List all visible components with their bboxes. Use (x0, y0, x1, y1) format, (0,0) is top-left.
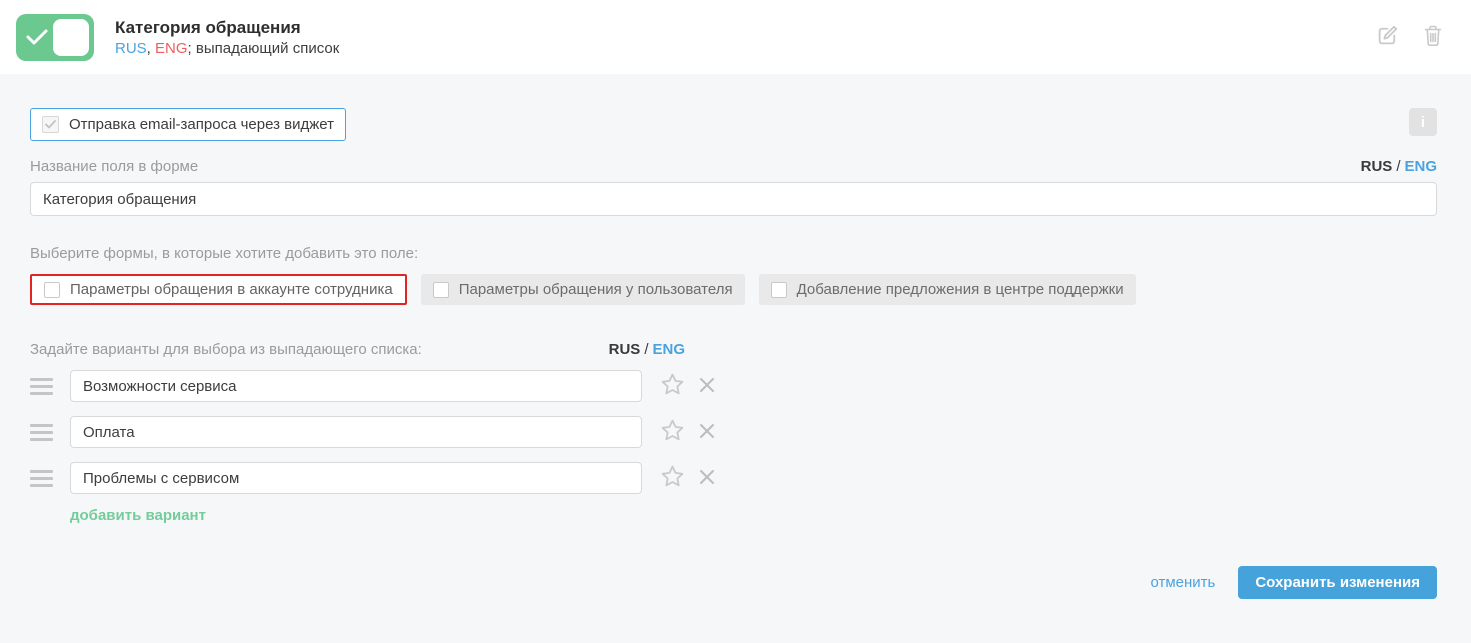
field-name-input[interactable] (30, 182, 1437, 216)
lang-rus[interactable]: RUS (609, 341, 641, 358)
field-name-label: Название поля в форме (30, 158, 198, 175)
field-name-lang-toggle: RUS/ENG (1361, 158, 1437, 175)
field-title: Категория обращения (115, 17, 339, 38)
email-widget-label: Отправка email-запроса через виджет (69, 116, 334, 133)
form-chip-support-center[interactable]: Добавление предложения в центре поддержк… (759, 274, 1136, 305)
chip-label: Добавление предложения в центре поддержк… (797, 281, 1124, 298)
variant-input[interactable] (70, 416, 642, 448)
form-chip-user[interactable]: Параметры обращения у пользователя (421, 274, 745, 305)
checkbox[interactable] (771, 282, 787, 298)
info-icon: i (1421, 114, 1425, 131)
close-icon (697, 421, 717, 444)
chip-label: Параметры обращения у пользователя (459, 281, 733, 298)
toggle-knob (53, 19, 89, 56)
lang-eng[interactable]: ENG (1404, 158, 1437, 175)
chip-label: Параметры обращения в аккаунте сотрудник… (70, 281, 393, 298)
delete-button[interactable] (1421, 23, 1445, 52)
variants-label: Задайте варианты для выбора из выпадающе… (30, 341, 422, 358)
drag-handle-icon[interactable] (30, 424, 53, 441)
field-editor-form: Отправка email-запроса через виджет i На… (0, 74, 1471, 599)
edit-button[interactable] (1374, 22, 1401, 52)
variant-input[interactable] (70, 462, 642, 494)
checkbox[interactable] (433, 282, 449, 298)
close-icon (697, 467, 717, 490)
variants-lang-toggle: RUS/ENG (609, 341, 685, 358)
email-widget-option[interactable]: Отправка email-запроса через виджет (30, 108, 346, 141)
cancel-link[interactable]: отменить (1150, 574, 1215, 591)
field-enabled-toggle[interactable] (16, 14, 94, 61)
forms-section-label: Выберите формы, в которые хотите добавит… (30, 245, 1437, 262)
subtitle-eng: ENG (155, 40, 188, 57)
default-variant-button[interactable] (659, 371, 686, 401)
forms-chip-list: Параметры обращения в аккаунте сотрудник… (30, 274, 1437, 305)
header-actions (1374, 22, 1445, 52)
drag-handle-icon[interactable] (30, 378, 53, 395)
check-icon (25, 27, 49, 47)
trash-icon (1421, 23, 1445, 52)
star-icon (659, 463, 686, 493)
email-widget-checkbox[interactable] (42, 116, 59, 133)
edit-icon (1374, 22, 1401, 52)
footer-actions: отменить Сохранить изменения (30, 566, 1437, 599)
remove-variant-button[interactable] (697, 375, 717, 398)
variant-row (30, 416, 1437, 448)
save-button[interactable]: Сохранить изменения (1238, 566, 1437, 599)
star-icon (659, 417, 686, 447)
remove-variant-button[interactable] (697, 467, 717, 490)
field-subtitle: RUS, ENG; выпадающий список (115, 40, 339, 57)
field-header: Категория обращения RUS, ENG; выпадающий… (0, 0, 1471, 74)
variant-row (30, 370, 1437, 402)
info-button[interactable]: i (1409, 108, 1437, 136)
default-variant-button[interactable] (659, 463, 686, 493)
subtitle-rus: RUS (115, 40, 147, 57)
field-summary: Категория обращения RUS, ENG; выпадающий… (115, 17, 339, 57)
subtitle-tail: ; выпадающий список (188, 40, 340, 57)
lang-rus[interactable]: RUS (1361, 158, 1393, 175)
variant-row (30, 462, 1437, 494)
form-chip-staff-account[interactable]: Параметры обращения в аккаунте сотрудник… (30, 274, 407, 305)
checkbox[interactable] (44, 282, 60, 298)
variant-input[interactable] (70, 370, 642, 402)
remove-variant-button[interactable] (697, 421, 717, 444)
close-icon (697, 375, 717, 398)
star-icon (659, 371, 686, 401)
default-variant-button[interactable] (659, 417, 686, 447)
drag-handle-icon[interactable] (30, 470, 53, 487)
lang-eng[interactable]: ENG (652, 341, 685, 358)
add-variant-link[interactable]: добавить вариант (70, 507, 206, 524)
